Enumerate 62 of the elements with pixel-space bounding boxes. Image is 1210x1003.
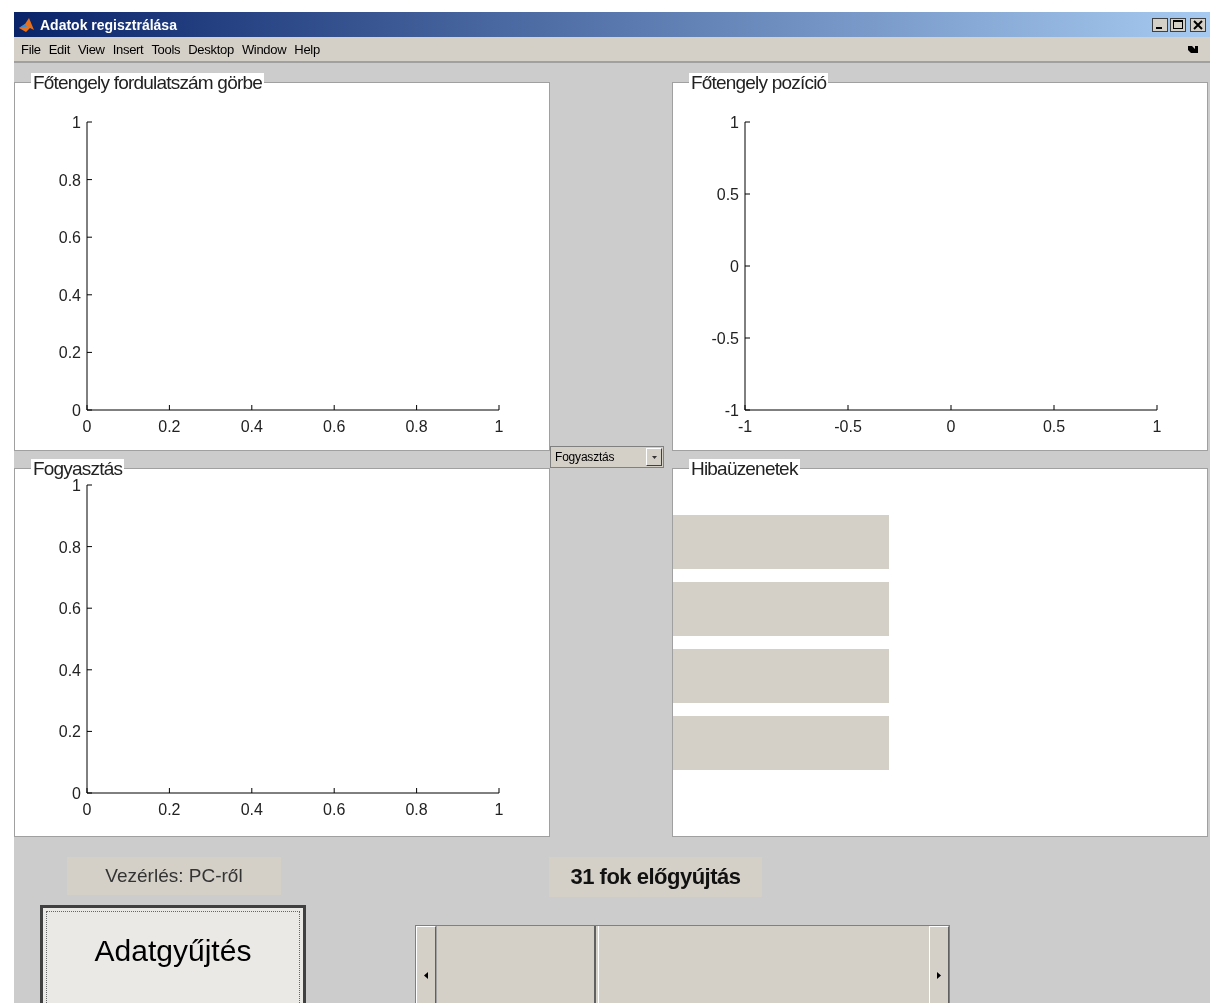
- menu-item[interactable]: Edit: [47, 41, 77, 57]
- x-tick-label: -0.5: [834, 418, 862, 435]
- dropdown[interactable]: Fogyasztás: [550, 446, 664, 468]
- close-icon[interactable]: [1190, 17, 1206, 32]
- x-tick-label: 0: [946, 418, 956, 435]
- x-tick-label: 0.6: [323, 801, 346, 818]
- slider[interactable]: [415, 925, 950, 1003]
- y-tick-label: 0: [730, 258, 739, 275]
- y-tick-label: 1: [72, 114, 81, 131]
- y-tick-label: 0: [72, 785, 81, 802]
- control-mode-label: Vezérlés: PC-ről: [67, 857, 281, 895]
- panel-title: Főtengely fordulatszám görbe: [31, 73, 264, 93]
- dropdown-arrow-button[interactable]: [646, 448, 662, 466]
- data-collection-button[interactable]: Adatgyűjtés: [40, 905, 306, 1003]
- y-tick-label: 1: [730, 114, 739, 131]
- x-tick-label: 0.8: [405, 801, 428, 818]
- x-tick-label: 0.4: [240, 418, 263, 435]
- menu-item[interactable]: Desktop: [187, 41, 241, 57]
- window-title: Adatok regisztrálása: [40, 16, 178, 33]
- y-tick-label: -0.5: [711, 330, 739, 347]
- menu-item[interactable]: View: [76, 41, 112, 57]
- x-tick-label: 0: [82, 801, 92, 818]
- panel-title: Fogyasztás: [31, 459, 125, 479]
- y-tick-label: 0: [72, 402, 81, 419]
- right-arrow-icon: [937, 971, 941, 979]
- y-tick-label: -1: [724, 402, 739, 419]
- y-tick-label: 0.4: [58, 286, 81, 304]
- y-tick-label: 1: [72, 477, 81, 494]
- left-arrow-icon: [424, 971, 428, 979]
- left-arrow-button[interactable]: [416, 926, 436, 1003]
- menu-item[interactable]: Help: [293, 41, 327, 57]
- menu-item[interactable]: Window: [240, 41, 294, 57]
- y-tick-label: 0.4: [58, 661, 81, 679]
- y-tick-label: 0.5: [716, 186, 739, 203]
- y-tick-label: 0.2: [58, 723, 81, 741]
- ignition-label: 31 fok előgyújtás: [549, 857, 762, 897]
- x-tick-label: 0.2: [158, 418, 181, 435]
- y-tick-label: 0.8: [58, 538, 81, 556]
- right-arrow-button[interactable]: [929, 926, 949, 1003]
- x-tick-label: 0.5: [1042, 418, 1066, 435]
- panel-title: Főtengely pozíció: [689, 73, 829, 93]
- x-tick-label: 1: [494, 418, 504, 435]
- menu-item[interactable]: Insert: [111, 41, 151, 57]
- x-tick-label: 0.6: [323, 418, 346, 435]
- maximize-icon[interactable]: [1170, 17, 1186, 32]
- x-tick-label: 1: [494, 801, 504, 818]
- y-tick-label: 0.8: [58, 171, 81, 189]
- y-tick-label: 0.6: [58, 229, 81, 247]
- x-tick-label: -1: [737, 418, 753, 435]
- slider-thumb[interactable]: [594, 926, 600, 1003]
- y-tick-label: 0.6: [58, 600, 81, 618]
- x-tick-label: 0.4: [240, 801, 263, 818]
- dock-icon[interactable]: [1188, 45, 1198, 53]
- x-tick-label: 0.2: [158, 801, 181, 818]
- minimize-icon[interactable]: [1152, 17, 1168, 32]
- x-tick-label: 0: [82, 418, 92, 435]
- x-tick-label: 0.8: [405, 418, 428, 435]
- y-tick-label: 0.2: [58, 344, 81, 362]
- menu-item[interactable]: File: [20, 41, 48, 57]
- x-tick-label: 1: [1152, 418, 1162, 435]
- menu-item[interactable]: Tools: [150, 41, 188, 57]
- caret-icon: [651, 455, 657, 459]
